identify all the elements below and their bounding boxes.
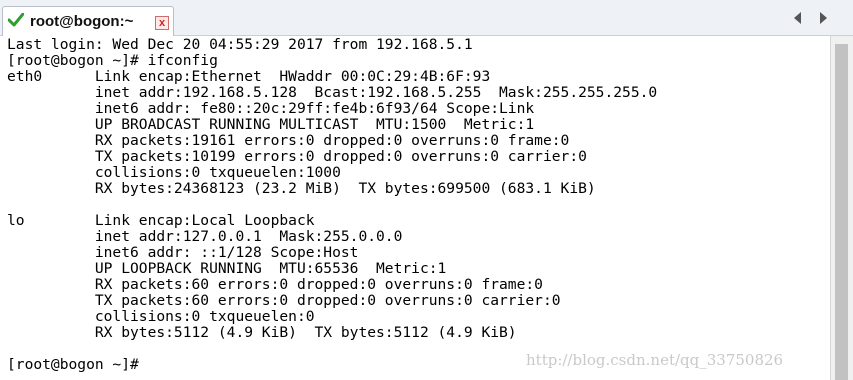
terminal-line: eth0 Link encap:Ethernet HWaddr 00:0C:29… [7,68,491,85]
terminal-line: UP BROADCAST RUNNING MULTICAST MTU:1500 … [7,116,535,133]
terminal-line: RX bytes:5112 (4.9 KiB) TX bytes:5112 (4… [7,324,517,341]
tab-title: root@bogon:~ [30,13,134,30]
green-check-icon [8,13,24,27]
terminal-line: Last login: Wed Dec 20 04:55:29 2017 fro… [7,36,473,53]
terminal-line: collisions:0 txqueuelen:0 [7,308,315,325]
terminal-line: RX packets:19161 errors:0 dropped:0 over… [7,132,570,149]
terminal-line: inet addr:127.0.0.1 Mask:255.0.0.0 [7,228,403,245]
terminal-line: RX packets:60 errors:0 dropped:0 overrun… [7,276,543,293]
watermark: http://blog.csdn.net/qq_33750826 [526,351,784,369]
terminal-line: TX packets:60 errors:0 dropped:0 overrun… [7,292,561,309]
tab-bar: root@bogon:~ x [0,0,853,36]
terminal-line: TX packets:10199 errors:0 dropped:0 over… [7,148,587,165]
scrollbar-thumb[interactable] [835,44,848,380]
terminal-line: lo Link encap:Local Loopback [7,212,315,229]
terminal-line: inet6 addr: ::1/128 Scope:Host [7,244,359,261]
terminal-line: collisions:0 txqueuelen:1000 [7,164,341,181]
terminal-line: inet addr:192.168.5.128 Bcast:192.168.5.… [7,84,658,101]
terminal-output[interactable]: Last login: Wed Dec 20 04:55:29 2017 fro… [0,36,830,380]
terminal-line: RX bytes:24368123 (23.2 MiB) TX bytes:69… [7,180,596,197]
terminal-line: inet6 addr: fe80::20c:29ff:fe4b:6f93/64 … [7,100,535,117]
chevron-left-icon[interactable] [794,12,801,24]
close-tab-button[interactable]: x [155,16,169,30]
terminal-line: UP LOOPBACK RUNNING MTU:65536 Metric:1 [7,260,447,277]
terminal-line: [root@bogon ~]# [7,356,139,373]
vertical-scrollbar[interactable] [830,36,853,380]
terminal-text: Last login: Wed Dec 20 04:55:29 2017 fro… [0,36,830,373]
session-tab[interactable]: root@bogon:~ x [2,6,174,36]
chevron-right-icon[interactable] [820,12,827,24]
terminal-line: [root@bogon ~]# ifconfig [7,52,218,69]
